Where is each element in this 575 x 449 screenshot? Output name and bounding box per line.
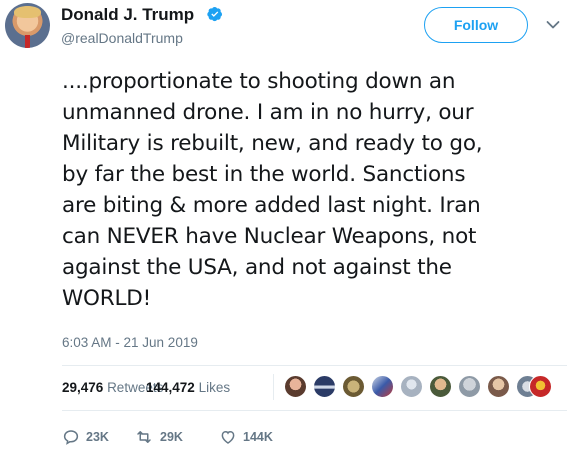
reply-icon — [63, 430, 79, 445]
liker-avatar[interactable] — [458, 375, 481, 398]
liker-avatar[interactable] — [429, 375, 452, 398]
author-handle[interactable]: @realDonaldTrump — [61, 30, 183, 46]
tweet-timestamp[interactable]: 6:03 AM - 21 Jun 2019 — [62, 335, 198, 350]
liker-avatar[interactable] — [342, 375, 365, 398]
liker-avatar[interactable] — [487, 375, 510, 398]
author-avatar[interactable] — [5, 3, 50, 48]
avatar-hair — [14, 6, 41, 18]
liker-avatar[interactable] — [529, 375, 552, 398]
tweet-actions: 23K 29K 144K — [62, 428, 362, 448]
author-display-name[interactable]: Donald J. Trump — [61, 5, 194, 25]
follow-button[interactable]: Follow — [424, 7, 528, 43]
retweet-action[interactable]: 29K — [134, 428, 183, 446]
liker-avatar[interactable] — [371, 375, 394, 398]
retweet-icon — [137, 431, 151, 443]
likes-label: Likes — [198, 380, 231, 395]
likes-stat[interactable]: 144,472 Likes — [146, 380, 230, 395]
liker-avatar[interactable] — [284, 375, 307, 398]
tweet-text: ....proportionate to shooting down an un… — [62, 69, 483, 311]
heart-icon — [221, 430, 235, 444]
reply-count: 23K — [86, 430, 109, 444]
chevron-down-icon[interactable] — [546, 20, 560, 30]
stats-separator — [273, 374, 274, 400]
verified-badge-icon — [207, 7, 223, 22]
likers-avatars — [284, 375, 554, 399]
liker-avatar[interactable] — [313, 375, 336, 398]
divider-top — [62, 365, 567, 366]
like-action[interactable]: 144K — [219, 428, 273, 446]
like-count: 144K — [243, 430, 273, 444]
reply-action[interactable]: 23K — [62, 428, 109, 446]
liker-avatar[interactable] — [400, 375, 423, 398]
divider-bottom — [62, 410, 567, 411]
avatar-tie — [25, 35, 30, 48]
retweet-count: 29K — [160, 430, 183, 444]
likes-count: 144,472 — [146, 380, 195, 395]
retweets-count: 29,476 — [62, 380, 104, 395]
